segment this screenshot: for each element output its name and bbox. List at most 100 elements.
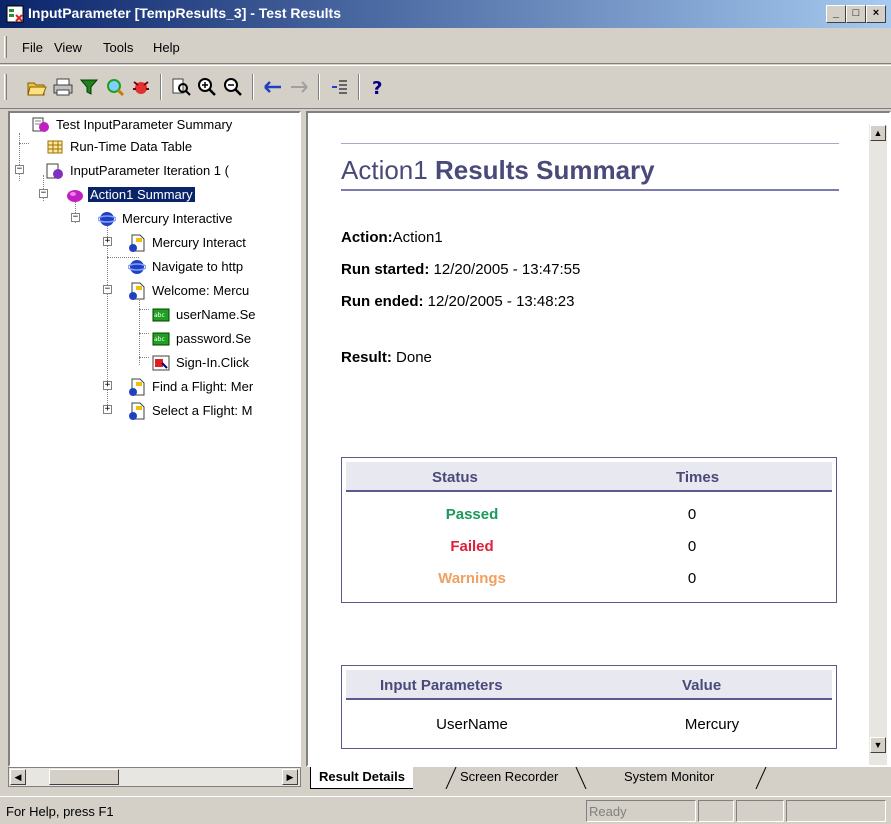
print-icon[interactable] <box>52 76 74 98</box>
run-started-info: Run started: 12/20/2005 - 13:47:55 <box>341 261 580 278</box>
toolbar-separator <box>318 74 320 100</box>
scroll-down-button[interactable]: ▼ <box>870 737 886 753</box>
open-folder-icon[interactable] <box>26 76 48 98</box>
tab-divider <box>575 767 587 789</box>
browser-icon <box>128 260 146 274</box>
tab-system-monitor[interactable]: System Monitor <box>624 767 714 789</box>
zoom-out-icon[interactable] <box>222 76 244 98</box>
tree-horizontal-scrollbar[interactable]: ◀ ▶ <box>8 767 301 787</box>
status-table: Status Times Passed 0 Failed 0 Warnings … <box>341 457 837 603</box>
scroll-up-button[interactable]: ▲ <box>870 125 886 141</box>
tree-item-label: Find a Flight: Mer <box>152 379 254 394</box>
bug-report-icon[interactable] <box>130 76 152 98</box>
tab-result-details[interactable]: Result Details <box>310 767 413 789</box>
results-vertical-scrollbar[interactable]: ▲ ▼ <box>869 125 887 765</box>
menu-help[interactable]: Help <box>153 40 180 55</box>
find-icon[interactable] <box>104 76 126 98</box>
expand-toggle[interactable]: + <box>103 381 112 390</box>
forward-arrow-icon[interactable] <box>288 76 310 98</box>
tree-connector <box>139 295 140 365</box>
tree-item-label: Navigate to http <box>152 259 244 274</box>
svg-text:?: ? <box>372 78 382 98</box>
collapse-toggle[interactable]: − <box>71 213 80 222</box>
results-details-pane[interactable]: Action1 Results Summary Action:Action1 R… <box>306 111 891 767</box>
edit-field-icon: abc <box>152 332 170 346</box>
action-info: Action:Action1 <box>341 229 443 246</box>
param-name: UserName <box>436 716 508 733</box>
help-icon[interactable]: ? <box>366 76 388 98</box>
status-panel-caps <box>698 800 734 822</box>
tree-connector <box>139 357 149 358</box>
times-column-header: Times <box>676 469 720 486</box>
status-column-header: Status <box>432 469 478 486</box>
status-table-header: Status Times <box>346 462 832 492</box>
expand-toggle[interactable]: + <box>103 405 112 414</box>
filter-icon[interactable] <box>78 76 100 98</box>
maximize-button[interactable]: □ <box>846 5 866 23</box>
action-label: Action: <box>341 229 393 246</box>
page-icon <box>129 234 145 252</box>
toolbar-separator <box>160 74 162 100</box>
minimize-button[interactable]: _ <box>826 5 846 23</box>
times-warnings: 0 <box>687 570 697 587</box>
page-icon <box>129 378 145 396</box>
menu-view[interactable]: View <box>54 40 82 55</box>
close-button[interactable]: × <box>866 5 886 23</box>
scroll-left-button[interactable]: ◀ <box>10 769 26 785</box>
tree-item-label: Welcome: Mercu <box>152 283 250 298</box>
run-ended-value: 12/20/2005 - 13:48:23 <box>427 293 575 310</box>
menu-tools[interactable]: Tools <box>103 40 133 55</box>
toolbar-separator <box>358 74 360 100</box>
tree-item-label: Mercury Interactive <box>122 211 233 226</box>
expand-tree-icon[interactable] <box>328 76 350 98</box>
tree-item-label: Test InputParameter Summary <box>56 117 233 132</box>
tab-divider <box>445 767 457 789</box>
run-started-value: 12/20/2005 - 13:47:55 <box>433 261 581 278</box>
action-value: Action1 <box>392 229 443 246</box>
title-bar[interactable]: InputParameter [TempResults_3] - Test Re… <box>0 0 891 28</box>
title-action-name: Action1 <box>341 155 428 185</box>
menubar-grip[interactable] <box>4 36 7 58</box>
run-started-label: Run started: <box>341 261 430 278</box>
toolbar: ? <box>0 65 891 109</box>
collapse-toggle[interactable]: − <box>103 285 112 294</box>
back-arrow-icon[interactable] <box>262 76 284 98</box>
status-bar: For Help, press F1 Ready <box>0 796 891 824</box>
page-icon <box>129 402 145 420</box>
page-icon <box>129 282 145 300</box>
tree-connector <box>139 309 149 310</box>
result-info: Result: Done <box>341 349 432 366</box>
toolbar-separator <box>252 74 254 100</box>
menu-file[interactable]: File <box>22 40 43 55</box>
scroll-thumb[interactable] <box>49 769 119 785</box>
status-panel-scrl <box>786 800 886 822</box>
data-table-icon <box>47 140 63 154</box>
zoom-in-icon[interactable] <box>196 76 218 98</box>
collapse-toggle[interactable]: − <box>15 165 24 174</box>
toolbar-grip[interactable] <box>4 74 7 100</box>
results-tree[interactable]: Test InputParameter Summary Run-Time Dat… <box>8 111 301 767</box>
tree-connector <box>19 143 29 144</box>
title-text: Results Summary <box>434 155 655 185</box>
params-table-header: Input Parameters Value <box>346 670 832 700</box>
scroll-right-button[interactable]: ▶ <box>282 769 298 785</box>
times-failed: 0 <box>687 538 697 555</box>
tree-item-label: password.Se <box>176 331 252 346</box>
tree-item-label: Select a Flight: M <box>152 403 253 418</box>
test-summary-icon <box>32 117 49 132</box>
svg-text:abc: abc <box>154 312 165 319</box>
test-results-window: InputParameter [TempResults_3] - Test Re… <box>0 0 891 824</box>
tree-item-label: Run-Time Data Table <box>70 139 193 154</box>
param-value: Mercury <box>684 716 740 733</box>
page-title: Action1 Results Summary <box>341 155 655 186</box>
menu-bar: File View Tools Help <box>0 28 891 64</box>
svg-text:abc: abc <box>154 336 165 343</box>
run-ended-info: Run ended: 12/20/2005 - 13:48:23 <box>341 293 574 310</box>
find-text-icon[interactable] <box>170 76 192 98</box>
image-button-icon <box>152 355 170 371</box>
app-icon <box>6 5 24 23</box>
expand-toggle[interactable]: + <box>103 237 112 246</box>
value-column-header: Value <box>682 677 722 694</box>
tab-screen-recorder[interactable]: Screen Recorder <box>460 767 558 789</box>
collapse-toggle[interactable]: − <box>39 189 48 198</box>
